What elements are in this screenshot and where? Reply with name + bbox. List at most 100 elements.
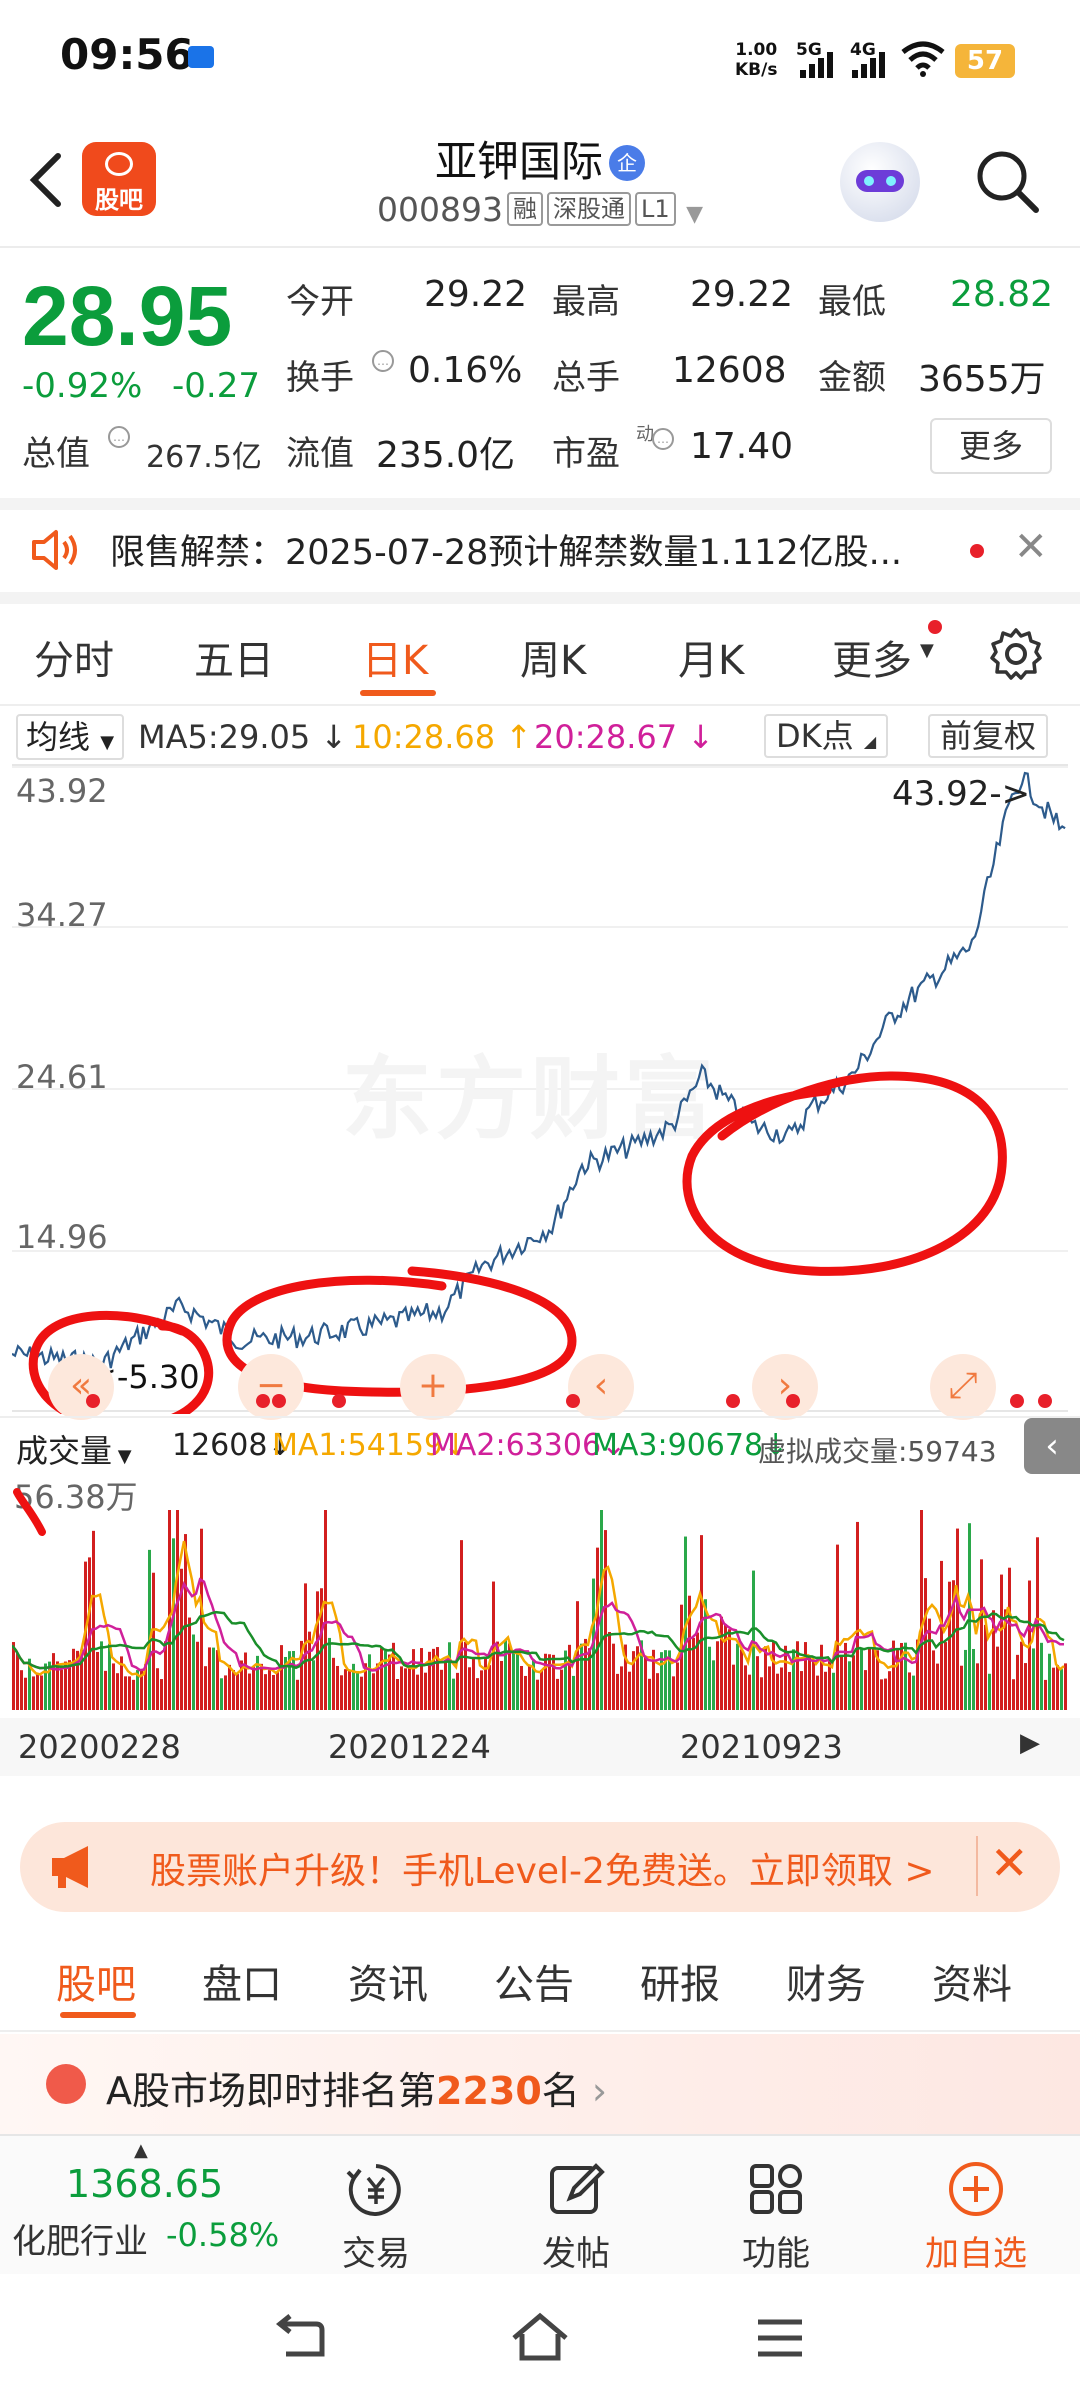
volume-selector-label: 成交量	[16, 1432, 113, 1470]
tab-news[interactable]: 资讯	[348, 1952, 428, 2010]
battery-icon: 57	[955, 44, 1015, 78]
volume-bar	[52, 1653, 55, 1710]
volume-bar	[160, 1679, 163, 1710]
volume-bar	[780, 1667, 783, 1710]
signal-dot	[272, 1394, 286, 1408]
ma-indicator-row: 均线 ▼ MA5:29.05 ↓ 10:28.68 ↑ 20:28.67 ↓ D…	[0, 708, 1080, 764]
tab-weekly-k[interactable]: 周K	[520, 628, 586, 686]
tab-guba[interactable]: 股吧	[56, 1952, 136, 2010]
level-tag: L1	[634, 192, 676, 226]
turnover-label: 换手	[286, 358, 354, 398]
close-icon[interactable]: ✕	[1014, 524, 1048, 570]
info-icon[interactable]: …	[108, 426, 130, 448]
unlock-notice[interactable]: 限售解禁：2025-07-28预计解禁数量1.112亿股... ✕	[0, 510, 1080, 590]
tab-intraday[interactable]: 分时	[34, 628, 114, 686]
gear-icon[interactable]	[988, 626, 1044, 682]
divider	[0, 592, 1080, 604]
volume-selector[interactable]: 成交量 ▼	[16, 1426, 132, 1472]
volume-bar	[12, 1642, 15, 1710]
volume-bar	[1024, 1663, 1027, 1710]
volume-bar	[820, 1644, 823, 1710]
tab-research[interactable]: 研报	[640, 1952, 720, 2010]
volume-bar	[336, 1665, 339, 1710]
volume-bar	[720, 1616, 723, 1710]
ai-assistant-avatar[interactable]	[840, 142, 920, 222]
volume-bar	[72, 1648, 75, 1710]
low-label: 最低	[818, 282, 886, 322]
info-icon[interactable]: …	[372, 350, 394, 372]
promo-text: 股票账户升级！手机Level-2免费送。立即领取 >	[150, 1851, 935, 1892]
volume-chart[interactable]: 56.38万	[12, 1472, 1068, 1710]
volume-bar	[1060, 1669, 1063, 1710]
dropdown-caret-icon[interactable]: ▼	[686, 202, 703, 227]
promo-banner[interactable]: 股票账户升级！手机Level-2免费送。立即领取 > ✕	[20, 1822, 1060, 1912]
volume-bar	[804, 1642, 807, 1710]
tab-five-day[interactable]: 五日	[194, 628, 274, 686]
collapse-panel-icon[interactable]: ‹	[1024, 1418, 1080, 1474]
volume-bar	[100, 1641, 103, 1710]
fullscreen-icon[interactable]: ⤢	[930, 1354, 996, 1420]
scroll-left-icon[interactable]: ‹	[568, 1354, 634, 1420]
volume-bar	[484, 1658, 487, 1710]
more-quote-button[interactable]: 更多	[930, 418, 1052, 474]
volume-bar	[404, 1668, 407, 1710]
post-button[interactable]: 发帖	[476, 2136, 676, 2276]
volume-bar	[840, 1656, 843, 1710]
volume-bar	[96, 1651, 99, 1710]
rank-chart-icon	[46, 2064, 86, 2104]
trade-button[interactable]: 交易	[276, 2136, 476, 2276]
scroll-right-icon[interactable]: ›	[752, 1354, 818, 1420]
signal-icon	[852, 52, 885, 78]
stock-code-line[interactable]: 000893 融深股通 L1 ▼	[0, 190, 1080, 229]
change-percent: -0.92%	[22, 366, 143, 406]
close-icon[interactable]: ✕	[990, 1836, 1029, 1890]
volume-bar	[1032, 1648, 1035, 1710]
ma-selector[interactable]: 均线 ▼	[16, 714, 125, 760]
functions-button[interactable]: 功能	[676, 2136, 876, 2276]
info-icon[interactable]: …	[652, 428, 674, 450]
market-rank-bar[interactable]: A股市场即时排名第2230名 ›	[0, 2034, 1080, 2134]
tab-monthly-k[interactable]: 月K	[678, 628, 744, 686]
signal-dot	[726, 1394, 740, 1408]
tab-order-book[interactable]: 盘口	[202, 1952, 282, 2010]
nav-menu-icon[interactable]	[752, 2316, 808, 2360]
high-value: 29.22	[690, 274, 794, 315]
nav-home-icon[interactable]	[508, 2310, 572, 2364]
divider	[976, 1836, 978, 1896]
scroll-left-fast-icon[interactable]: «	[48, 1354, 114, 1420]
dk-point-button[interactable]: DK点 ◢	[764, 714, 889, 758]
add-watchlist-button[interactable]: 加自选	[876, 2136, 1076, 2276]
volume-bar	[232, 1669, 235, 1710]
wifi-icon	[901, 41, 945, 77]
kline-chart[interactable]: 东方财富 43.92 34.27 24.61 14.96 <-5.30 43.9…	[12, 764, 1068, 1420]
volume-bar	[132, 1679, 135, 1710]
signal-dot	[86, 1394, 100, 1408]
tab-announcements[interactable]: 公告	[494, 1952, 574, 2010]
tab-daily-k[interactable]: 日K	[362, 628, 428, 686]
adjust-mode-button[interactable]: 前复权	[928, 714, 1049, 758]
signal-dot	[1038, 1394, 1052, 1408]
notification-icon	[188, 46, 214, 68]
tab-financials[interactable]: 财务	[786, 1952, 866, 2010]
volume-indicator-row: 成交量 ▼ 12608↓ MA1:54159↓ MA2:63306↓ MA3:9…	[0, 1416, 1080, 1474]
zoom-in-icon[interactable]: +	[400, 1354, 466, 1420]
nav-back-icon[interactable]	[272, 2314, 328, 2364]
volume-bar	[848, 1661, 851, 1710]
tab-profile[interactable]: 资料	[932, 1952, 1012, 2010]
divider	[0, 498, 1080, 510]
volume-bar	[816, 1675, 819, 1710]
amount-value: 3655万	[918, 359, 1046, 400]
volume-bar	[400, 1666, 403, 1710]
megaphone-icon	[52, 1846, 88, 1888]
date-label: 20201224	[328, 1728, 491, 1766]
volume-bar	[964, 1649, 967, 1710]
tab-more[interactable]: 更多	[832, 628, 912, 686]
volume-bar	[968, 1523, 971, 1710]
industry-index[interactable]: ▲ 1368.65 化肥行业 -0.58%	[0, 2136, 290, 2276]
volume-bar	[516, 1652, 519, 1710]
search-icon[interactable]	[972, 146, 1042, 216]
zoom-out-icon[interactable]: −	[238, 1354, 304, 1420]
mktcap-value: 267.5亿	[146, 440, 262, 475]
index-name: 化肥行业	[12, 2222, 148, 2262]
play-icon[interactable]: ▶	[1020, 1728, 1040, 1758]
